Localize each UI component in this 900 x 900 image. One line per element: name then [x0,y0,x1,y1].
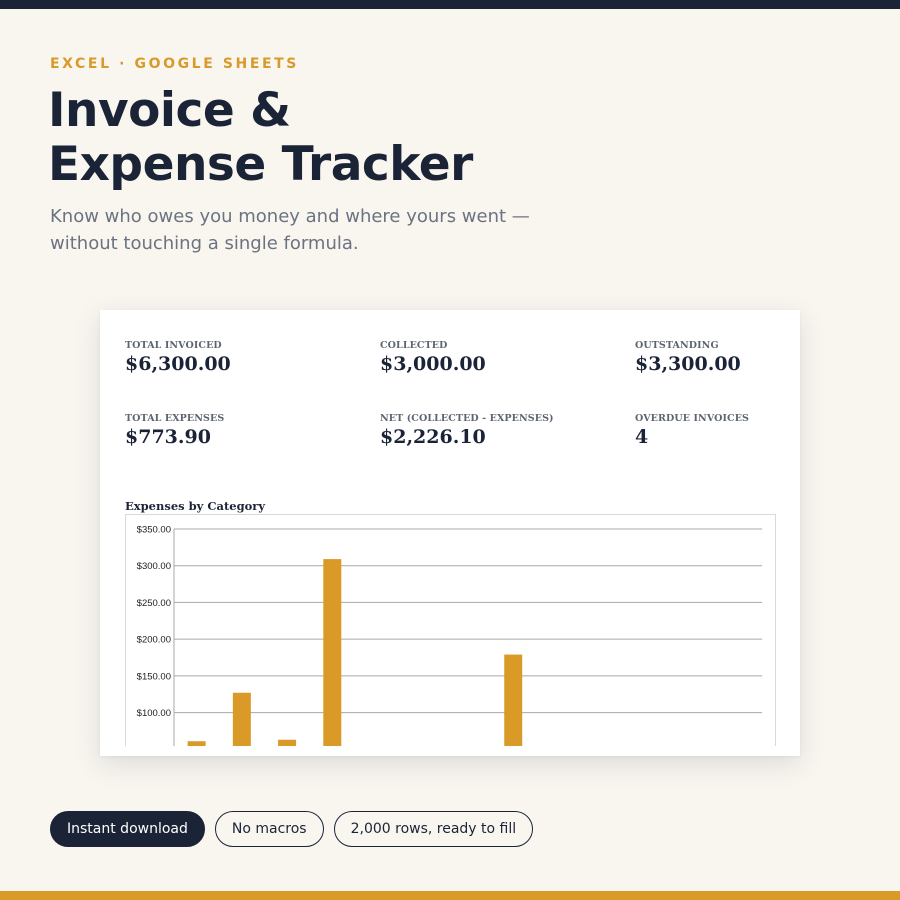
stat-value: $6,300.00 [125,353,231,375]
bottom-accent-bar [0,891,900,900]
chart-title: Expenses by Category [125,499,266,513]
platform-eyebrow: EXCEL · GOOGLE SHEETS [50,56,299,72]
stat-total-expenses: TOTAL EXPENSES $773.90 [125,413,224,448]
stat-value: $3,300.00 [635,353,741,375]
stat-label: OUTSTANDING [635,340,719,351]
stat-label: NET (COLLECTED - EXPENSES) [380,413,554,424]
stat-label: OVERDUE INVOICES [635,413,749,424]
stat-total-invoiced: TOTAL INVOICED $6,300.00 [125,340,231,375]
expenses-bar-chart: $0.00$50.00$100.00$150.00$200.00$250.00$… [137,525,762,746]
instant-download-pill[interactable]: Instant download [50,811,205,847]
stat-net: NET (COLLECTED - EXPENSES) $2,226.10 [380,413,554,448]
feature-pills: Instant download No macros 2,000 rows, r… [50,811,534,847]
chart-bar [278,739,297,746]
y-tick-label: $200.00 [137,635,171,646]
no-macros-pill: No macros [214,811,324,847]
stat-value: $773.90 [125,426,211,448]
top-accent-bar [0,0,900,9]
y-tick-label: $50.00 [142,745,171,746]
page-title: Invoice & Expense Tracker [48,84,648,192]
chart-bar [504,654,523,746]
stat-label: TOTAL EXPENSES [125,413,225,424]
spreadsheet-preview-card: TOTAL INVOICED $6,300.00 COLLECTED $3,00… [100,310,800,756]
stat-overdue-invoices: OVERDUE INVOICES 4 [635,413,749,448]
y-tick-label: $350.00 [137,525,171,536]
chart-bar [187,741,206,746]
stat-value: $3,000.00 [380,353,486,375]
chart-bar [232,692,251,746]
y-tick-label: $100.00 [137,708,171,719]
stat-value: 4 [635,426,649,448]
page-subtitle: Know who owes you money and where yours … [50,203,570,257]
stat-label: TOTAL INVOICED [125,340,222,351]
chart-bar [323,559,342,746]
stat-collected: COLLECTED $3,000.00 [380,340,486,375]
y-tick-label: $250.00 [137,598,171,609]
stat-outstanding: OUTSTANDING $3,300.00 [635,340,741,375]
title-line-2: Expense Tracker [48,137,473,192]
subtitle-line-1: Know who owes you money and where yours … [50,206,530,227]
title-line-1: Invoice & [48,83,291,138]
stat-label: COLLECTED [380,340,448,351]
y-tick-label: $150.00 [137,671,171,682]
stat-value: $2,226.10 [380,426,486,448]
y-tick-label: $300.00 [137,561,171,572]
rows-ready-pill: 2,000 rows, ready to fill [333,811,534,847]
subtitle-line-2: without touching a single formula. [50,233,359,254]
